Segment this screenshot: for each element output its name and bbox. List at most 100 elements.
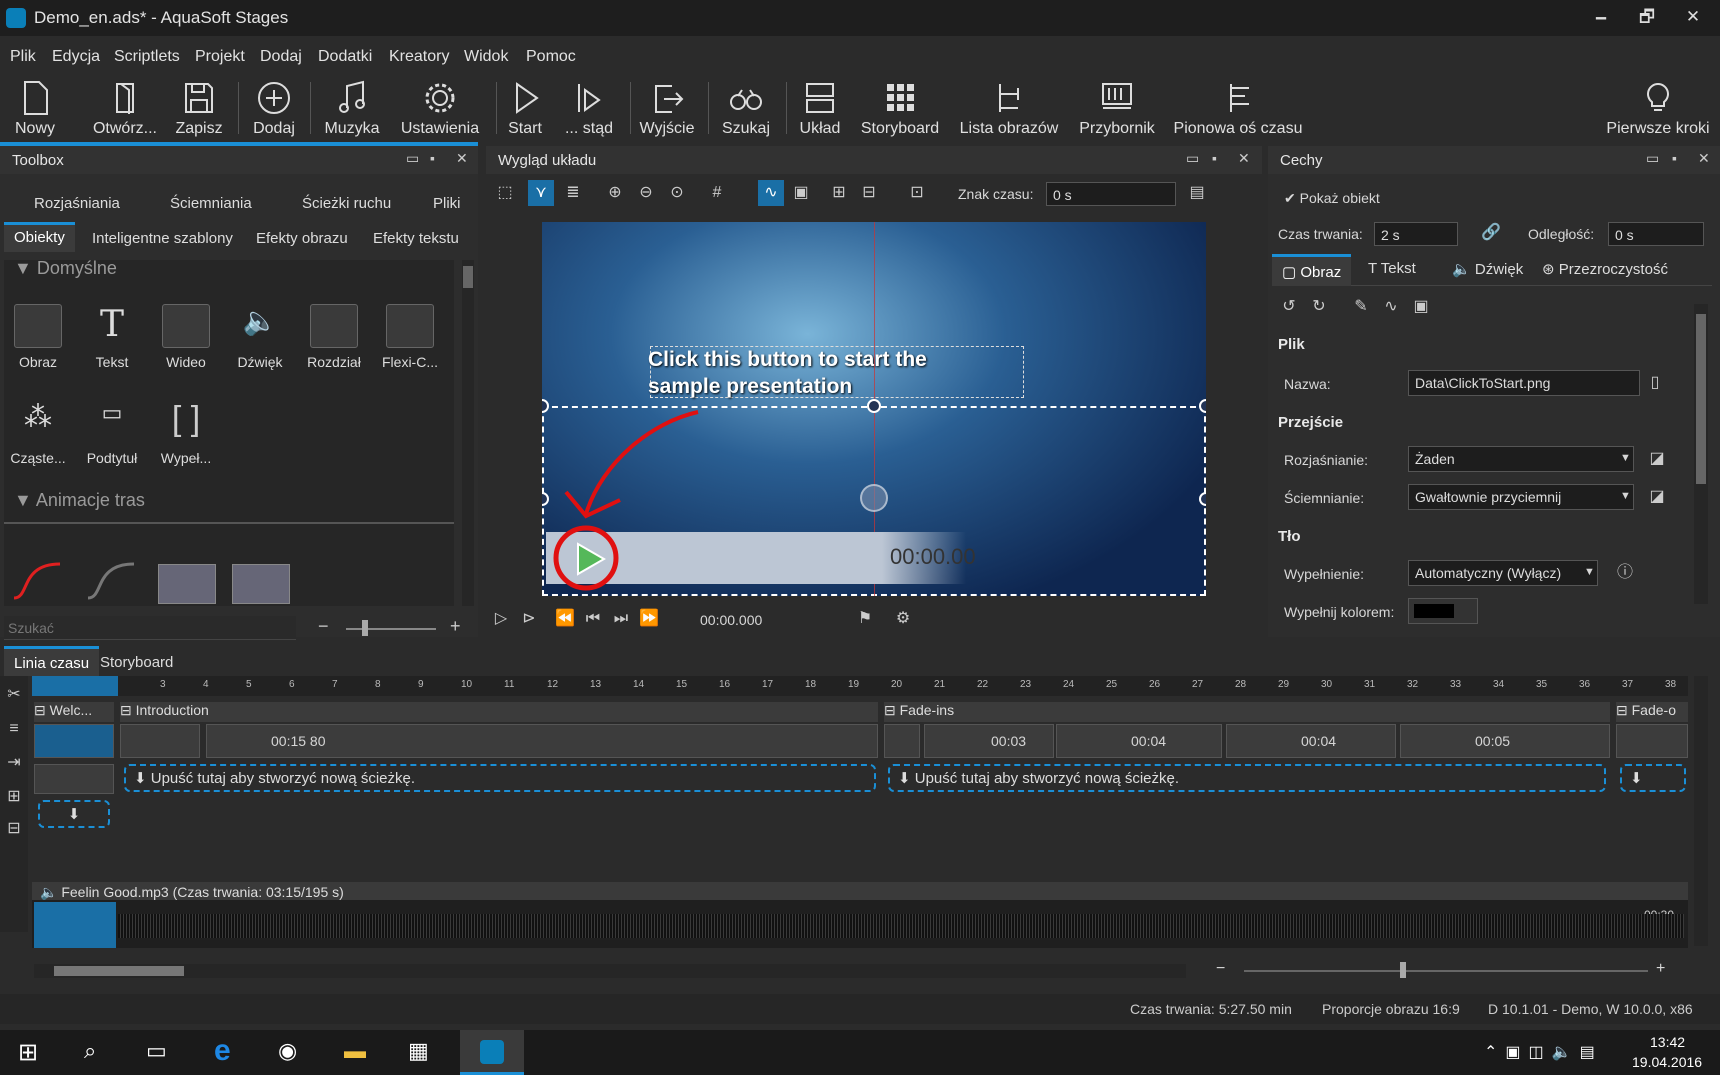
path-gray-curve[interactable] bbox=[84, 558, 142, 604]
menu-scriptlets[interactable]: Scriptlets bbox=[114, 48, 180, 66]
zoom-out-icon[interactable]: ⊖ bbox=[633, 180, 659, 206]
add-button[interactable]: Dodaj bbox=[248, 76, 300, 142]
panel-maximize-icon[interactable]: ▭ bbox=[1186, 150, 1199, 167]
zoom-in-icon[interactable]: + bbox=[1656, 960, 1665, 978]
panel-pin-icon[interactable]: ▪ bbox=[1672, 150, 1677, 166]
section-path-animations[interactable]: ▼ Animacje tras bbox=[14, 490, 145, 511]
tab-linia-czasu[interactable]: Linia czasu bbox=[4, 646, 100, 676]
timeline-clip[interactable] bbox=[34, 764, 114, 794]
open-button[interactable]: Otwórz... bbox=[88, 76, 162, 142]
drop-zone[interactable]: ⬇ Upuść tutaj aby stworzyć nową ścieżkę. bbox=[888, 764, 1606, 792]
add-keyframe-icon[interactable]: ⊞ bbox=[826, 180, 852, 206]
vertical-timeline-button[interactable]: Pionowa oś czasu bbox=[1172, 76, 1304, 142]
timeline-clip[interactable] bbox=[1616, 724, 1688, 758]
drop-zone[interactable]: ⬇ Upuść tutaj aby stworzyć nową ścieżkę. bbox=[124, 764, 876, 792]
tab-pliki[interactable]: Pliki bbox=[433, 195, 461, 212]
panel-close-icon[interactable]: ✕ bbox=[456, 150, 468, 167]
size-slider[interactable] bbox=[346, 620, 436, 636]
chevron-down-icon[interactable]: ▼ bbox=[1584, 566, 1595, 578]
tool-particles[interactable]: ⁂ Cząste... bbox=[8, 400, 68, 466]
zoom-fit-icon[interactable]: ⊙ bbox=[664, 180, 690, 206]
edge-icon[interactable]: e bbox=[214, 1034, 231, 1068]
section-default[interactable]: ▼ Domyślne bbox=[14, 258, 117, 279]
chapter-fade-out[interactable]: ⊟ Fade-o bbox=[1616, 702, 1688, 722]
name-input[interactable]: Data\ClickToStart.png bbox=[1408, 370, 1640, 396]
timeline-vscrollbar[interactable] bbox=[1694, 676, 1708, 946]
tray-icons[interactable]: ⌃▣◫🔈▤ bbox=[1484, 1042, 1603, 1062]
timeline-clip[interactable]: 00:04 bbox=[1226, 724, 1396, 758]
rotate-right-icon[interactable]: ↻ bbox=[1306, 294, 1332, 320]
layout-button[interactable]: Układ bbox=[796, 76, 844, 142]
playhead-range[interactable] bbox=[32, 676, 118, 696]
keyframe-handle[interactable] bbox=[860, 484, 888, 512]
next-icon[interactable]: ⏭ bbox=[608, 606, 634, 632]
path-world-map-red[interactable] bbox=[232, 564, 290, 604]
prev-icon[interactable]: ⏮ bbox=[580, 606, 606, 632]
menu-plik[interactable]: Plik bbox=[10, 48, 36, 66]
timeline-clip[interactable] bbox=[884, 724, 920, 758]
steam-icon[interactable]: ◉ bbox=[278, 1038, 297, 1064]
resize-handle[interactable] bbox=[1199, 492, 1206, 506]
group-icon[interactable]: ⊞ bbox=[1, 784, 27, 810]
tab-efekty-tekstu[interactable]: Efekty tekstu bbox=[373, 230, 459, 247]
layers-icon[interactable]: ≣ bbox=[560, 180, 586, 206]
zoom-in-icon[interactable]: + bbox=[450, 616, 461, 637]
menu-pomoc[interactable]: Pomoc bbox=[526, 48, 576, 66]
task-view-icon[interactable]: ▭ bbox=[146, 1038, 167, 1064]
effects-icon[interactable]: ⚙ bbox=[890, 606, 916, 632]
start-here-button[interactable]: ... stąd bbox=[560, 76, 618, 142]
remove-keyframe-icon[interactable]: ⊟ bbox=[856, 180, 882, 206]
fade-preview-icon[interactable]: ◪ bbox=[1644, 484, 1670, 510]
edit-icon[interactable]: ✎ bbox=[1348, 294, 1374, 320]
search-icon[interactable]: ⌕ bbox=[84, 1038, 96, 1064]
resize-handle[interactable] bbox=[867, 399, 881, 413]
tool-chapter[interactable]: Rozdział bbox=[304, 304, 364, 370]
zoom-in-icon[interactable]: ⊕ bbox=[602, 180, 628, 206]
grid-icon[interactable]: # bbox=[704, 180, 730, 206]
slider-thumb[interactable] bbox=[1400, 962, 1406, 978]
motion-path-icon[interactable]: ∿ bbox=[758, 180, 784, 206]
align-icon[interactable]: ≡ bbox=[1, 716, 27, 742]
fill-color-picker[interactable] bbox=[1408, 598, 1478, 624]
rotate-left-icon[interactable]: ↺ bbox=[1276, 294, 1302, 320]
cut-icon[interactable]: ✂ bbox=[1, 682, 27, 708]
spacing-icon[interactable]: ⇥ bbox=[1, 750, 27, 776]
menu-dodaj[interactable]: Dodaj bbox=[260, 48, 302, 66]
new-button[interactable]: Nowy bbox=[8, 76, 62, 142]
fade-preview-icon[interactable]: ◪ bbox=[1644, 446, 1670, 472]
info-icon[interactable]: ⓘ bbox=[1612, 560, 1638, 586]
tab-efekty-obrazu[interactable]: Efekty obrazu bbox=[256, 230, 348, 247]
panel-close-icon[interactable]: ✕ bbox=[1698, 150, 1710, 167]
tab-rozjasniania[interactable]: Rozjaśniania bbox=[34, 195, 120, 212]
scroll-thumb[interactable] bbox=[1696, 314, 1706, 484]
fade-in-select[interactable]: Żaden bbox=[1408, 446, 1634, 472]
tool-flexi-collage[interactable]: Flexi-C... bbox=[378, 304, 442, 370]
image-list-button[interactable]: Lista obrazów bbox=[956, 76, 1062, 142]
ungroup-icon[interactable]: ⊟ bbox=[1, 816, 27, 842]
menu-dodatki[interactable]: Dodatki bbox=[318, 48, 372, 66]
tab-dzwiek[interactable]: 🔈 Dźwięk bbox=[1452, 260, 1523, 278]
tab-tekst[interactable]: T Tekst bbox=[1368, 260, 1416, 277]
zoom-slider[interactable] bbox=[1244, 962, 1648, 978]
fade-out-select[interactable]: Gwałtownie przyciemnij bbox=[1408, 484, 1634, 510]
fast-forward-icon[interactable]: ⏩ bbox=[636, 606, 662, 632]
snap-icon[interactable]: ⋎ bbox=[528, 180, 554, 206]
panel-pin-icon[interactable]: ▪ bbox=[1212, 150, 1217, 166]
store-icon[interactable]: ▦ bbox=[408, 1038, 429, 1064]
toolbox-button[interactable]: Przybornik bbox=[1074, 76, 1160, 142]
tab-inteligentne-szablony[interactable]: Inteligentne szablony bbox=[92, 230, 233, 247]
menu-edycja[interactable]: Edycja bbox=[52, 48, 100, 66]
rewind-icon[interactable]: ⏪ bbox=[552, 606, 578, 632]
menu-kreatory[interactable]: Kreatory bbox=[389, 48, 449, 66]
distance-input[interactable]: 0 s bbox=[1608, 222, 1704, 246]
tool-placeholder[interactable]: [ ] Wypeł... bbox=[156, 400, 216, 466]
menu-projekt[interactable]: Projekt bbox=[195, 48, 245, 66]
tool-sound[interactable]: 🔈 Dźwięk bbox=[230, 304, 290, 370]
save-button[interactable]: Zapisz bbox=[170, 76, 228, 142]
camera-icon[interactable]: ▣ bbox=[1408, 294, 1434, 320]
properties-scrollbar[interactable] bbox=[1694, 304, 1708, 604]
search-button[interactable]: Szukaj bbox=[718, 76, 774, 142]
menu-widok[interactable]: Widok bbox=[464, 48, 508, 66]
tool-video[interactable]: Wideo bbox=[156, 304, 216, 370]
panel-maximize-icon[interactable]: ▭ bbox=[406, 150, 419, 167]
